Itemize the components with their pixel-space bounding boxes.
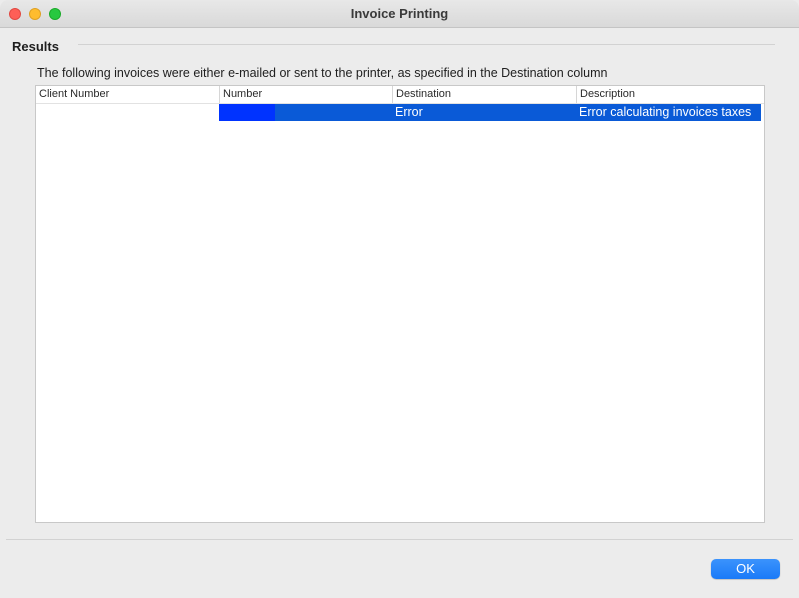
title-bar: Invoice Printing <box>0 0 799 28</box>
table-header: Client Number Number Destination Descrip… <box>36 86 764 104</box>
column-header-client-number[interactable]: Client Number <box>36 86 219 103</box>
footer-divider <box>6 539 793 540</box>
results-description: The following invoices were either e-mai… <box>37 66 608 80</box>
results-section-title: Results <box>12 39 59 54</box>
cell-number <box>219 104 392 121</box>
cell-client-number <box>36 104 219 121</box>
window-title: Invoice Printing <box>350 6 449 21</box>
column-header-destination[interactable]: Destination <box>392 86 576 103</box>
section-divider <box>78 44 775 45</box>
invoice-printing-window: Invoice Printing Results The following i… <box>0 0 799 598</box>
column-header-number[interactable]: Number <box>219 86 392 103</box>
table-row[interactable]: Error Error calculating invoices taxes <box>36 104 764 121</box>
ok-button[interactable]: OK <box>711 559 780 579</box>
invoice-results-table[interactable]: Client Number Number Destination Descrip… <box>35 85 765 523</box>
cell-destination: Error <box>395 105 423 119</box>
column-header-description[interactable]: Description <box>576 86 762 103</box>
cell-description: Error calculating invoices taxes <box>579 105 752 119</box>
